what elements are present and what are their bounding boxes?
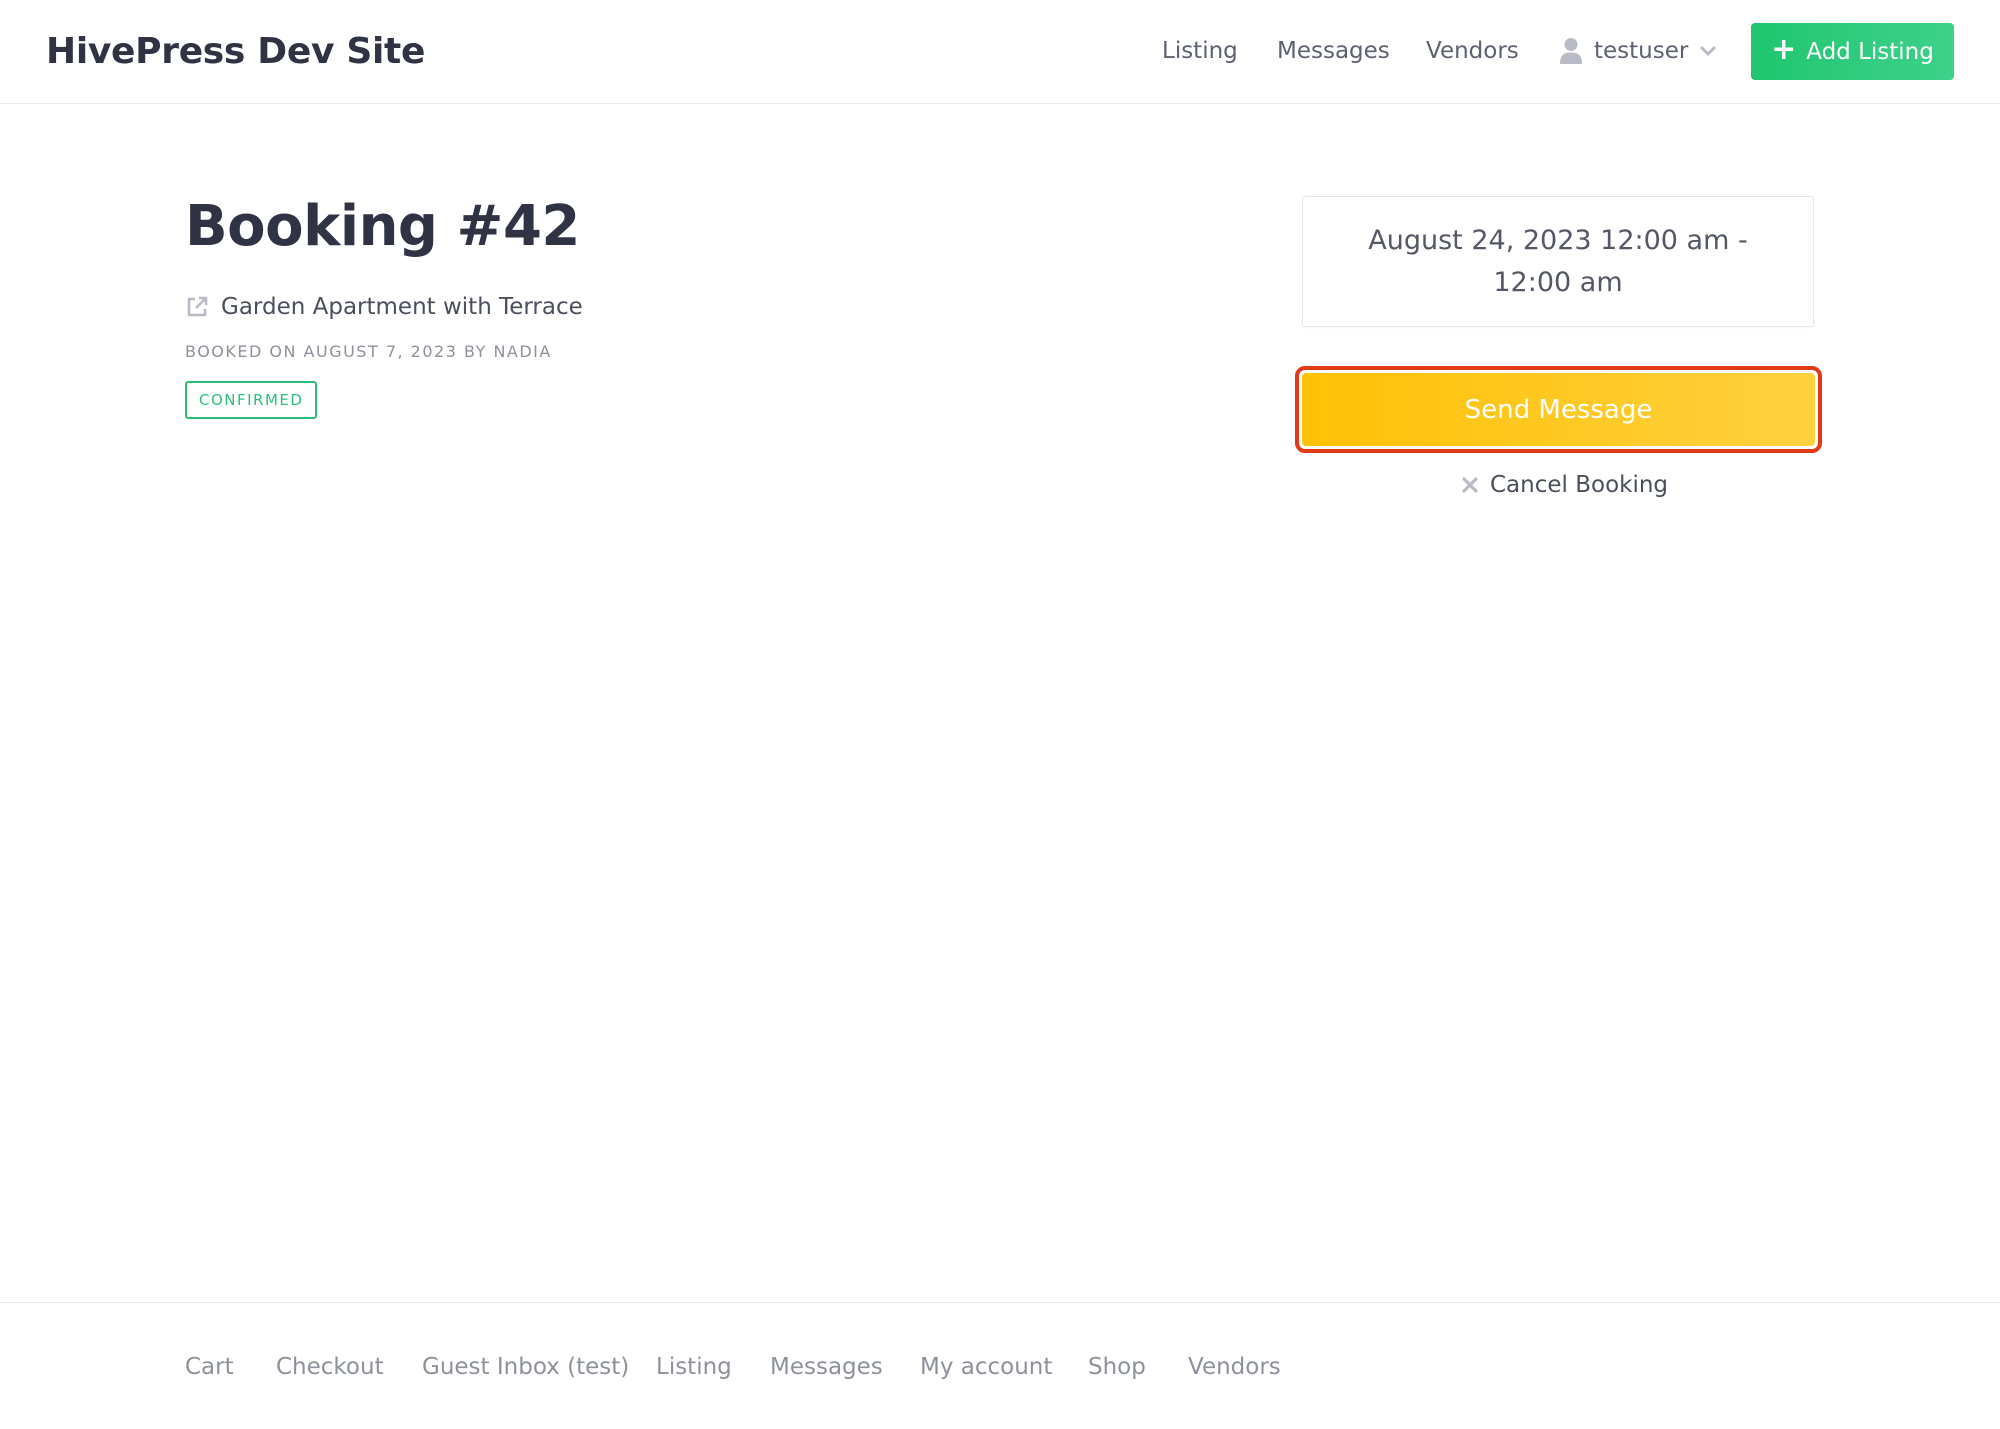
footer-link-messages[interactable]: Messages: [770, 1350, 883, 1384]
user-name: testuser: [1594, 38, 1689, 64]
nav-link-messages[interactable]: Messages: [1277, 34, 1390, 68]
footer-link-my-account[interactable]: My account: [920, 1350, 1052, 1384]
chevron-down-icon: [1700, 46, 1716, 56]
user-icon: [1560, 38, 1582, 64]
page-title: Booking #42: [185, 194, 580, 259]
footer-link-listing[interactable]: Listing: [656, 1350, 732, 1384]
listing-name: Garden Apartment with Terrace: [221, 294, 583, 320]
status-badge: CONFIRMED: [185, 381, 318, 419]
send-message-highlight: Send Message: [1295, 366, 1822, 453]
cancel-booking-label: Cancel Booking: [1490, 472, 1669, 498]
booking-date-box: August 24, 2023 12:00 am - 12:00 am: [1302, 196, 1814, 327]
cancel-booking-link[interactable]: Cancel Booking: [1462, 468, 1668, 502]
footer-link-vendors[interactable]: Vendors: [1188, 1350, 1281, 1384]
footer-link-checkout[interactable]: Checkout: [276, 1350, 384, 1384]
add-listing-label: Add Listing: [1806, 38, 1934, 65]
plus-icon: +: [1771, 32, 1797, 67]
close-icon: [1462, 477, 1478, 493]
site-footer: Cart Checkout Guest Inbox (test) Listing…: [0, 1302, 2000, 1429]
nav-link-vendors[interactable]: Vendors: [1426, 34, 1519, 68]
external-link-icon: [187, 296, 208, 317]
send-message-button[interactable]: Send Message: [1302, 373, 1815, 446]
booked-on-meta: BOOKED ON AUGUST 7, 2023 BY NADIA: [185, 342, 552, 361]
site-header: HivePress Dev Site Listing Messages Vend…: [0, 0, 2000, 104]
listing-link[interactable]: Garden Apartment with Terrace: [185, 290, 583, 324]
footer-link-guest-inbox[interactable]: Guest Inbox (test): [422, 1350, 629, 1384]
user-menu[interactable]: testuser: [1560, 34, 1716, 68]
add-listing-button[interactable]: + Add Listing: [1751, 23, 1954, 80]
footer-link-cart[interactable]: Cart: [185, 1350, 234, 1384]
site-title[interactable]: HivePress Dev Site: [46, 26, 425, 78]
booking-date-range: August 24, 2023 12:00 am - 12:00 am: [1368, 224, 1748, 298]
footer-link-shop[interactable]: Shop: [1088, 1350, 1146, 1384]
nav-link-listing[interactable]: Listing: [1162, 34, 1238, 68]
